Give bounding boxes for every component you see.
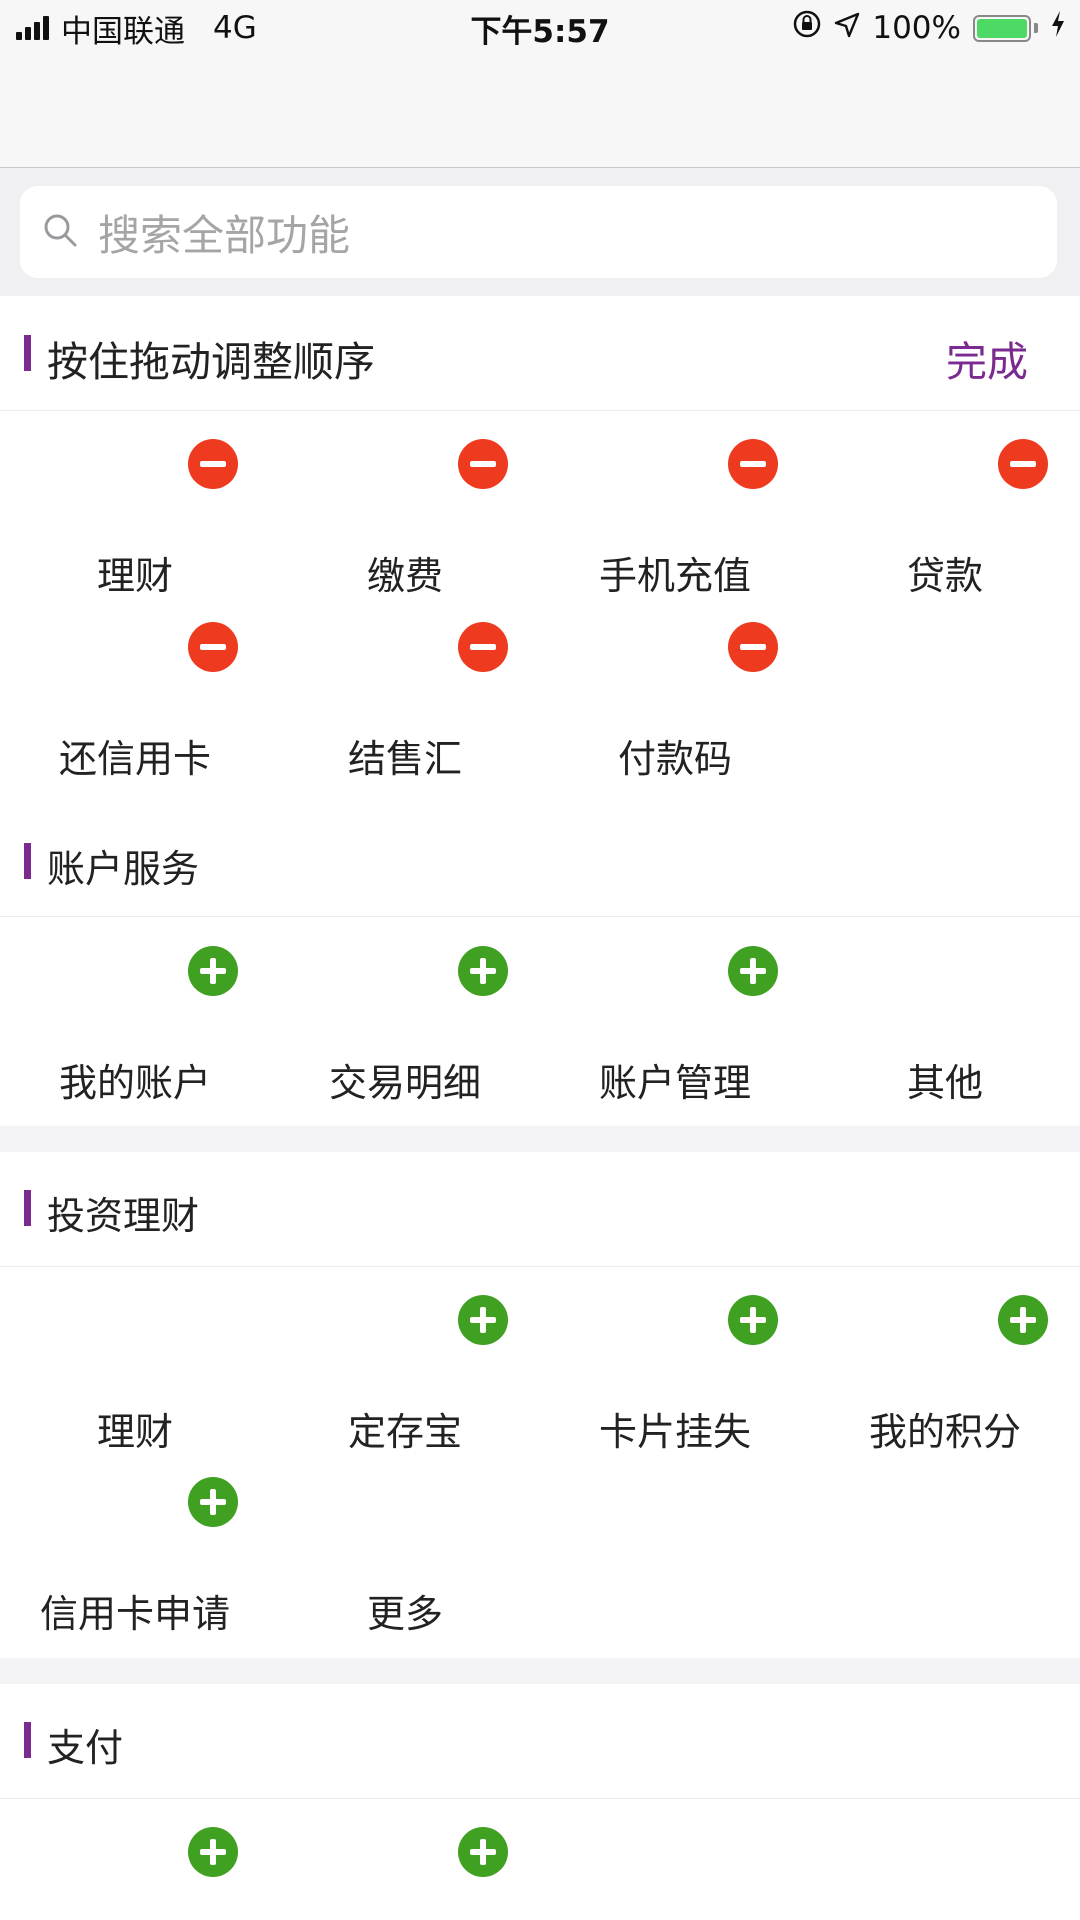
function-label: 理财 <box>96 1410 173 1454</box>
orientation-lock-icon <box>792 9 822 47</box>
shortcut-item[interactable]: 手机充值 <box>540 439 810 599</box>
remove-icon[interactable] <box>458 439 508 489</box>
pay-section-title: 支付 <box>47 1726 124 1770</box>
function-item[interactable]: 其他 <box>810 946 1080 1106</box>
divider <box>0 410 1080 411</box>
function-label: 其他 <box>906 1061 983 1105</box>
function-label: 我的账户 <box>58 1061 211 1105</box>
section-accent-bar <box>24 1722 31 1758</box>
shortcut-item[interactable]: 结售汇 <box>270 622 540 782</box>
function-label: 定存宝 <box>347 1410 462 1454</box>
function-item[interactable]: 理财 <box>0 1295 270 1455</box>
add-icon[interactable] <box>188 1477 238 1527</box>
edit-section-title: 按住拖动调整顺序 <box>47 338 375 386</box>
carrier-name: 中国联通 <box>61 13 185 50</box>
search-placeholder: 搜索全部功能 <box>98 210 351 260</box>
shortcut-label: 结售汇 <box>347 737 462 781</box>
function-item[interactable] <box>0 1827 270 1920</box>
search-icon <box>40 210 80 254</box>
edit-section-header: 按住拖动调整顺序 完成 <box>0 296 1080 410</box>
shortcut-label: 贷款 <box>906 554 983 598</box>
function-label: 信用卡申请 <box>39 1592 230 1636</box>
shortcut-item[interactable]: 缴费 <box>270 439 540 599</box>
shortcut-label: 手机充值 <box>598 554 751 598</box>
status-bar: 中国联通 4G 下午5:57 100% <box>0 0 1080 56</box>
shortcut-label: 缴费 <box>366 554 443 598</box>
shortcut-label: 理财 <box>96 554 173 598</box>
remove-icon[interactable] <box>998 439 1048 489</box>
function-label: 交易明细 <box>328 1061 481 1105</box>
function-label: 我的积分 <box>868 1410 1021 1454</box>
function-label: 更多 <box>366 1592 443 1636</box>
divider <box>0 916 1080 917</box>
pay-section-header: 支付 <box>0 1684 1080 1798</box>
function-item[interactable]: 信用卡申请 <box>0 1477 270 1637</box>
divider <box>0 1798 1080 1799</box>
add-icon[interactable] <box>188 946 238 996</box>
invest-section-header: 投资理财 <box>0 1152 1080 1266</box>
function-item[interactable]: 更多 <box>270 1477 540 1637</box>
remove-icon[interactable] <box>728 439 778 489</box>
add-icon[interactable] <box>458 1295 508 1345</box>
navigation-bar <box>0 56 1080 168</box>
function-item[interactable]: 我的账户 <box>0 946 270 1106</box>
done-button[interactable]: 完成 <box>946 328 1028 388</box>
battery-icon <box>973 14 1038 42</box>
function-label: 卡片挂失 <box>598 1410 751 1454</box>
section-accent-bar <box>24 335 31 371</box>
account-section-title: 账户服务 <box>47 847 200 891</box>
account-section-header: 账户服务 <box>0 808 1080 916</box>
network-type: 4G <box>213 10 257 46</box>
function-item[interactable] <box>270 1827 540 1920</box>
add-icon[interactable] <box>728 1295 778 1345</box>
remove-icon[interactable] <box>458 622 508 672</box>
section-accent-bar <box>24 1190 31 1226</box>
shortcut-item[interactable]: 贷款 <box>810 439 1080 599</box>
search-input[interactable]: 搜索全部功能 <box>20 186 1057 278</box>
function-item[interactable]: 账户管理 <box>540 946 810 1106</box>
charging-icon <box>1050 10 1066 46</box>
add-icon[interactable] <box>998 1295 1048 1345</box>
remove-icon[interactable] <box>728 622 778 672</box>
function-item[interactable]: 定存宝 <box>270 1295 540 1455</box>
function-item[interactable]: 卡片挂失 <box>540 1295 810 1455</box>
shortcut-item[interactable]: 还信用卡 <box>0 622 270 782</box>
signal-icon <box>16 16 49 40</box>
remove-icon[interactable] <box>188 439 238 489</box>
add-icon[interactable] <box>728 946 778 996</box>
divider <box>0 1266 1080 1267</box>
location-icon <box>834 10 860 46</box>
shortcut-item[interactable]: 付款码 <box>540 622 810 782</box>
battery-percent: 100% <box>872 10 961 46</box>
search-area: 搜索全部功能 <box>0 168 1080 296</box>
remove-icon[interactable] <box>188 622 238 672</box>
function-item[interactable]: 我的积分 <box>810 1295 1080 1455</box>
add-icon[interactable] <box>458 1827 508 1877</box>
add-icon[interactable] <box>188 1827 238 1877</box>
shortcut-label: 还信用卡 <box>58 737 211 781</box>
function-label: 账户管理 <box>598 1061 751 1105</box>
invest-section-title: 投资理财 <box>47 1194 200 1238</box>
shortcut-item[interactable]: 理财 <box>0 439 270 599</box>
function-item[interactable]: 交易明细 <box>270 946 540 1106</box>
add-icon[interactable] <box>458 946 508 996</box>
section-accent-bar <box>24 843 31 879</box>
shortcut-label: 付款码 <box>617 737 732 781</box>
